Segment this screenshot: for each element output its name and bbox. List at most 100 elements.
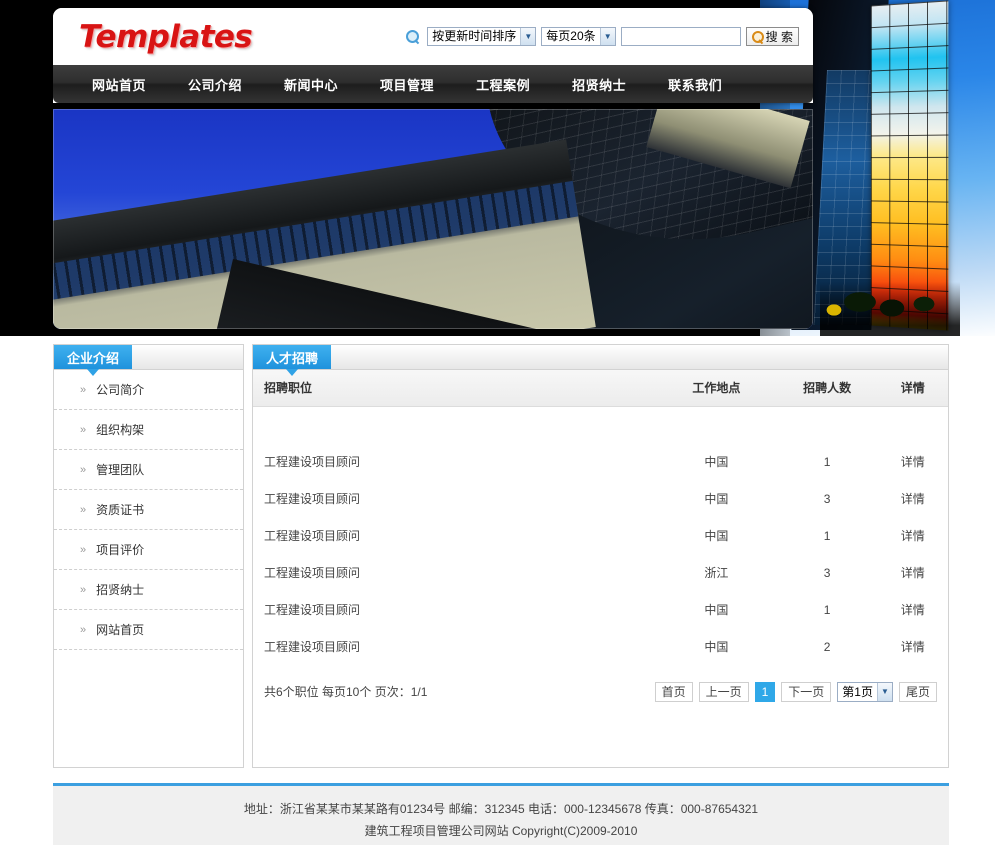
content-row: 企业介绍 » 公司简介 » 组织构架 » 管理团队 » 资质证书 » 项目评价 … (53, 344, 949, 768)
sidebar-tab-company-intro[interactable]: 企业介绍 (54, 345, 133, 376)
pagination-jump-value: 第1页 (842, 685, 873, 699)
main-tab-header: 人才招聘 (252, 344, 949, 376)
search-toolbar: 按更新时间排序 ▼ 每页20条 ▼ 搜 索 (406, 27, 805, 46)
cell-position[interactable]: 工程建设项目顾问 (253, 517, 656, 554)
table-row[interactable]: 工程建设项目顾问 中国 1 详情 (253, 517, 948, 554)
sidebar-item-label: 招贤纳士 (96, 583, 145, 597)
sidebar-item-management-team[interactable]: » 管理团队 (54, 450, 243, 490)
chevron-down-icon: ▼ (599, 28, 615, 45)
pagination-controls: 首页 上一页 1 下一页 第1页 ▼ 尾页 (654, 681, 937, 702)
column-header-location: 工作地点 (655, 370, 777, 407)
nav-item-careers[interactable]: 招贤纳士 (551, 75, 647, 94)
main-content: 人才招聘 招聘职位 工作地点 招聘人数 详情 工程建设项目顾问 中国 1 详情 … (252, 344, 949, 768)
chevron-right-icon: » (80, 583, 86, 596)
table-row[interactable]: 工程建设项目顾问 浙江 3 详情 (253, 554, 948, 591)
sidebar-panel: » 公司简介 » 组织构架 » 管理团队 » 资质证书 » 项目评价 » 招贤纳… (53, 370, 244, 768)
pagination-prev-button[interactable]: 上一页 (698, 681, 749, 702)
tab-pointer-icon (286, 369, 298, 376)
header-card: Templates 按更新时间排序 ▼ 每页20条 ▼ 搜 索 网站首页 公司介… (53, 8, 813, 103)
cell-position[interactable]: 工程建设项目顾问 (253, 554, 656, 591)
table-row[interactable]: 工程建设项目顾问 中国 1 详情 (253, 443, 948, 480)
table-row[interactable]: 工程建设项目顾问 中国 1 详情 (253, 591, 948, 628)
table-row[interactable]: 工程建设项目顾问 中国 3 详情 (253, 480, 948, 517)
cell-position[interactable]: 工程建设项目顾问 (253, 480, 656, 517)
nav-item-projects[interactable]: 项目管理 (359, 75, 455, 94)
cell-count: 3 (823, 491, 831, 506)
sidebar-item-label: 公司简介 (96, 383, 145, 397)
pagination-info: 共6个职位 每页10个 页次：1/1 (264, 685, 428, 699)
table-row[interactable]: 工程建设项目顾问 中国 2 详情 (253, 628, 948, 665)
table-spacer-row (253, 406, 948, 443)
cell-location: 中国 (704, 640, 729, 654)
cell-count: 2 (823, 639, 831, 654)
cell-detail-link[interactable]: 详情 (877, 591, 948, 628)
cell-detail-link[interactable]: 详情 (877, 517, 948, 554)
hero-banner-image (53, 109, 813, 329)
sidebar-item-company-profile[interactable]: » 公司简介 (54, 370, 243, 410)
cell-location: 中国 (704, 603, 729, 617)
search-button[interactable]: 搜 索 (745, 27, 799, 46)
perpage-select-value: 每页20条 (546, 29, 596, 43)
nav-item-about[interactable]: 公司介绍 (167, 75, 263, 94)
search-icon (751, 30, 764, 43)
cell-position[interactable]: 工程建设项目顾问 (253, 628, 656, 665)
sidebar-item-label: 网站首页 (96, 623, 145, 637)
cell-count: 1 (823, 454, 831, 469)
column-header-count: 招聘人数 (776, 370, 878, 407)
sidebar-item-careers[interactable]: » 招贤纳士 (54, 570, 243, 610)
cell-location: 中国 (704, 492, 729, 506)
cell-detail-link[interactable]: 详情 (877, 554, 948, 591)
search-input[interactable] (620, 27, 741, 46)
sidebar-item-home[interactable]: » 网站首页 (54, 610, 243, 650)
column-header-position: 招聘职位 (253, 370, 656, 407)
page-footer: 地址：浙江省某某市某某路有01234号 邮编：312345 电话：000-123… (53, 783, 949, 845)
main-tab-label: 人才招聘 (266, 350, 319, 366)
sidebar-item-org-structure[interactable]: » 组织构架 (54, 410, 243, 450)
table-header: 招聘职位 工作地点 招聘人数 详情 (253, 370, 948, 407)
cell-detail-link[interactable]: 详情 (877, 443, 948, 480)
pagination-last-button[interactable]: 尾页 (898, 681, 937, 702)
cell-detail-link[interactable]: 详情 (877, 628, 948, 665)
recruitment-panel: 招聘职位 工作地点 招聘人数 详情 工程建设项目顾问 中国 1 详情 工程建设项… (252, 370, 949, 768)
pagination-next-button[interactable]: 下一页 (781, 681, 832, 702)
footer-copyright-line: 建筑工程项目管理公司网站 Copyright(C)2009-2010 (364, 824, 638, 838)
search-button-label: 搜 索 (765, 30, 793, 44)
sidebar-tab-header: 企业介绍 (53, 344, 244, 376)
sidebar-item-project-evaluation[interactable]: » 项目评价 (54, 530, 243, 570)
cell-location: 浙江 (704, 566, 729, 580)
cell-count: 1 (823, 528, 831, 543)
chevron-right-icon: » (80, 383, 86, 396)
pagination-bar: 共6个职位 每页10个 页次：1/1 首页 上一页 1 下一页 第1页 ▼ 尾页 (253, 681, 948, 702)
background-trees (820, 282, 960, 340)
perpage-select[interactable]: 每页20条 ▼ (541, 27, 616, 46)
table-body: 工程建设项目顾问 中国 1 详情 工程建设项目顾问 中国 3 详情 工程建设项目… (253, 406, 948, 665)
tab-pointer-icon (87, 369, 99, 376)
header-container: Templates 按更新时间排序 ▼ 每页20条 ▼ 搜 索 网站首页 公司介… (53, 8, 813, 329)
cell-detail-link[interactable]: 详情 (877, 480, 948, 517)
sort-select[interactable]: 按更新时间排序 ▼ (427, 27, 537, 46)
main-navigation: 网站首页 公司介绍 新闻中心 项目管理 工程案例 招贤纳士 联系我们 (53, 65, 813, 103)
nav-item-news[interactable]: 新闻中心 (263, 75, 359, 94)
sidebar-item-certificates[interactable]: » 资质证书 (54, 490, 243, 530)
main-tab-recruitment[interactable]: 人才招聘 (253, 345, 332, 376)
chevron-down-icon: ▼ (520, 28, 536, 45)
table-spacer-cell (253, 406, 948, 443)
search-icon (406, 29, 420, 44)
nav-item-cases[interactable]: 工程案例 (455, 75, 551, 94)
chevron-right-icon: » (80, 623, 86, 636)
cell-count: 1 (823, 602, 831, 617)
cell-position[interactable]: 工程建设项目顾问 (253, 591, 656, 628)
cell-location: 中国 (704, 529, 729, 543)
pagination-jump-select[interactable]: 第1页 ▼ (837, 681, 893, 702)
pagination-first-button[interactable]: 首页 (654, 681, 693, 702)
sidebar-tab-label: 企业介绍 (67, 350, 120, 366)
nav-item-contact[interactable]: 联系我们 (647, 75, 743, 94)
cell-count: 3 (823, 565, 831, 580)
footer-contact-line: 地址：浙江省某某市某某路有01234号 邮编：312345 电话：000-123… (243, 802, 759, 816)
table-header-row: 招聘职位 工作地点 招聘人数 详情 (253, 370, 948, 407)
banner-photo (53, 109, 813, 329)
chevron-right-icon: » (80, 423, 86, 436)
cell-position[interactable]: 工程建设项目顾问 (253, 443, 656, 480)
pagination-current-page[interactable]: 1 (754, 681, 776, 702)
nav-item-home[interactable]: 网站首页 (71, 75, 167, 94)
